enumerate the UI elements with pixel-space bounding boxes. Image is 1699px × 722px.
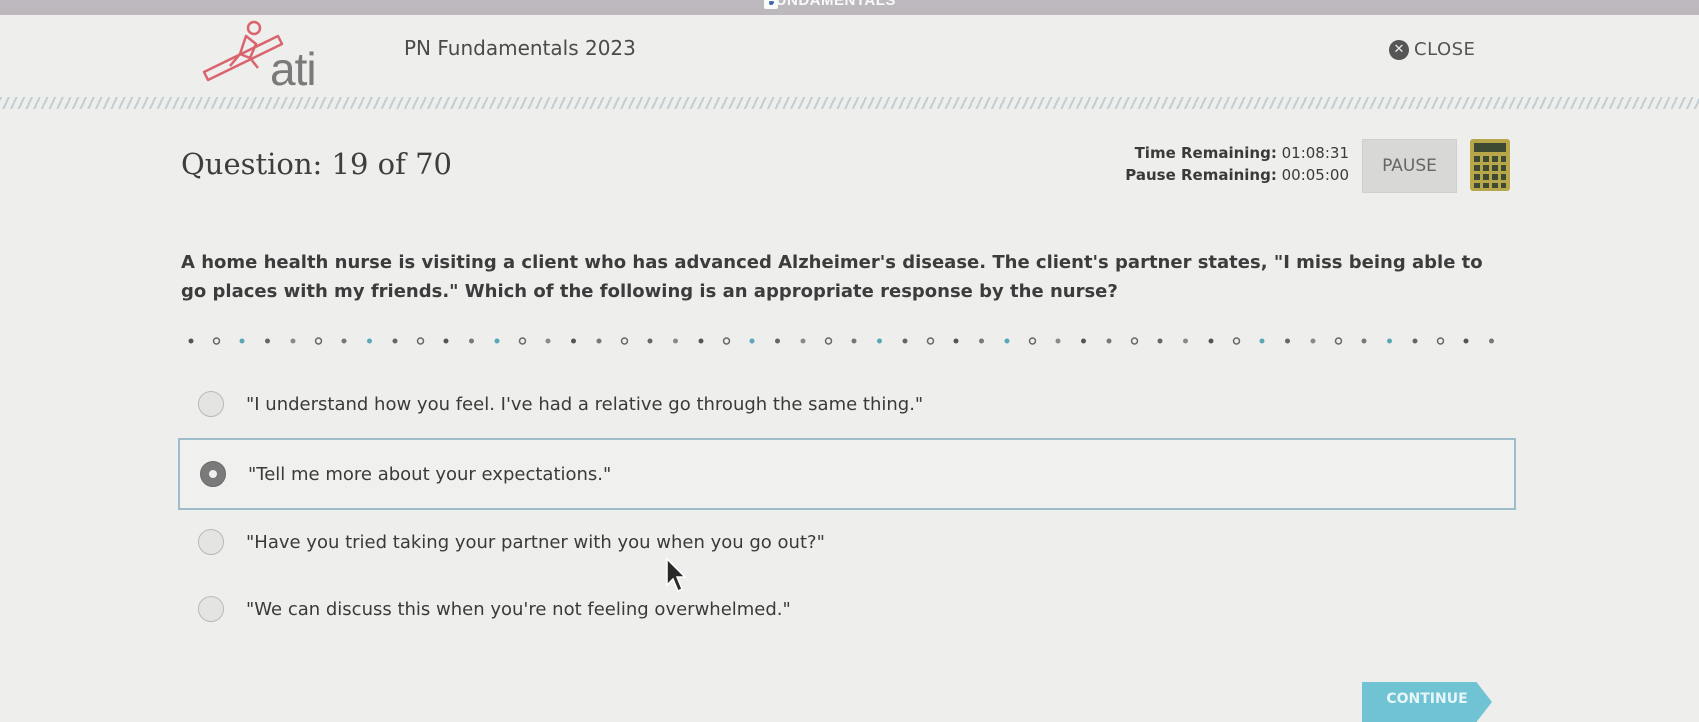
divider-dot [1004,338,1010,344]
continue-button[interactable]: CONTINUE [1362,682,1492,722]
divider-dot [1412,338,1418,344]
divider-dot [902,338,908,344]
radio-icon[interactable] [200,461,226,487]
time-remaining-value: 01:08:31 [1281,144,1349,162]
divider-dot [926,337,935,345]
dotted-divider [188,337,1494,345]
divider-dot [1183,338,1188,344]
divider-dot [1232,337,1241,345]
divider-dot [1081,338,1086,344]
pause-remaining: Pause Remaining: 00:05:00 [1125,164,1349,186]
divider-dot [443,338,449,344]
divider-dot [1489,338,1494,344]
calculator-icon[interactable] [1469,138,1511,192]
answer-option-3[interactable]: "Have you tried taking your partner with… [178,508,1516,576]
question-number: Question: 19 of 70 [181,147,452,181]
answer-option-1[interactable]: "I understand how you feel. I've had a r… [178,370,1516,438]
divider-dot [494,338,500,344]
divider-dot [416,337,425,345]
divider-dot [1028,337,1037,345]
close-button[interactable]: ✕ CLOSE [1389,39,1475,60]
divider-dot [979,338,984,344]
divider-dot [314,337,323,345]
divider-dot [775,338,780,344]
question-stem: A home health nurse is visiting a client… [181,252,1483,302]
divider-dot [571,338,576,344]
answer-option-2[interactable]: "Tell me more about your expectations." [178,438,1516,510]
divider-dot [265,338,270,344]
divider-dot [673,338,678,344]
divider-dot [851,338,857,344]
divider-dot [800,338,806,344]
divider-dot [620,337,629,345]
divider-dot [1130,337,1139,345]
divider-dot [1387,338,1392,344]
top-banner: FUNDAMENTALS [0,0,1699,15]
cursor-icon [666,558,687,593]
time-remaining: Time Remaining: 01:08:31 [1125,142,1349,164]
divider-dot [1055,338,1061,344]
divider-dot [367,338,372,344]
pause-remaining-label: Pause Remaining: [1125,166,1277,184]
divider-dot [1463,338,1469,344]
divider-dot [596,338,602,344]
pause-button[interactable]: PAUSE [1362,139,1457,193]
radio-icon[interactable] [198,391,224,417]
divider-dot [824,337,833,345]
divider-dot [1259,338,1265,344]
divider-dot [469,338,474,344]
divider-dot [877,338,882,344]
divider-dot [953,338,959,344]
close-label: CLOSE [1414,39,1476,60]
close-icon: ✕ [1389,39,1409,60]
divider-dot [1436,337,1445,345]
divider-dot [722,337,731,345]
answer-text: "Tell me more about your expectations." [248,463,612,485]
radio-icon[interactable] [198,596,224,622]
divider-dot [1208,338,1214,344]
divider-dot [749,338,755,344]
divider-dot [647,338,653,344]
divider-dot [212,337,221,345]
divider-dot [1310,338,1316,344]
timers: Time Remaining: 01:08:31 Pause Remaining… [1125,142,1349,186]
answer-option-4[interactable]: "We can discuss this when you're not fee… [178,575,1516,643]
answer-text: "We can discuss this when you're not fee… [246,598,791,620]
divider-dot [518,337,527,345]
divider-dot [341,338,347,344]
divider-dot [1361,338,1367,344]
divider-dot [188,338,194,344]
divider-dot [698,338,704,344]
answer-text: "Have you tried taking your partner with… [246,531,825,553]
header-divider [0,97,1699,109]
divider-dot [545,338,551,344]
divider-dot [1285,338,1290,344]
radio-icon[interactable] [198,529,224,555]
answer-text: "I understand how you feel. I've had a r… [246,393,924,415]
banner-label: FUNDAMENTALS [766,0,896,9]
divider-dot [1157,338,1163,344]
divider-dot [392,338,398,344]
divider-dot [290,338,296,344]
pause-remaining-value: 00:05:00 [1281,166,1349,184]
time-remaining-label: Time Remaining: [1134,144,1277,162]
logo-text: ati [270,43,317,95]
divider-dot [239,338,245,344]
divider-dot [1106,338,1112,344]
app-title: PN Fundamentals 2023 [404,36,636,60]
divider-dot [1334,337,1343,345]
